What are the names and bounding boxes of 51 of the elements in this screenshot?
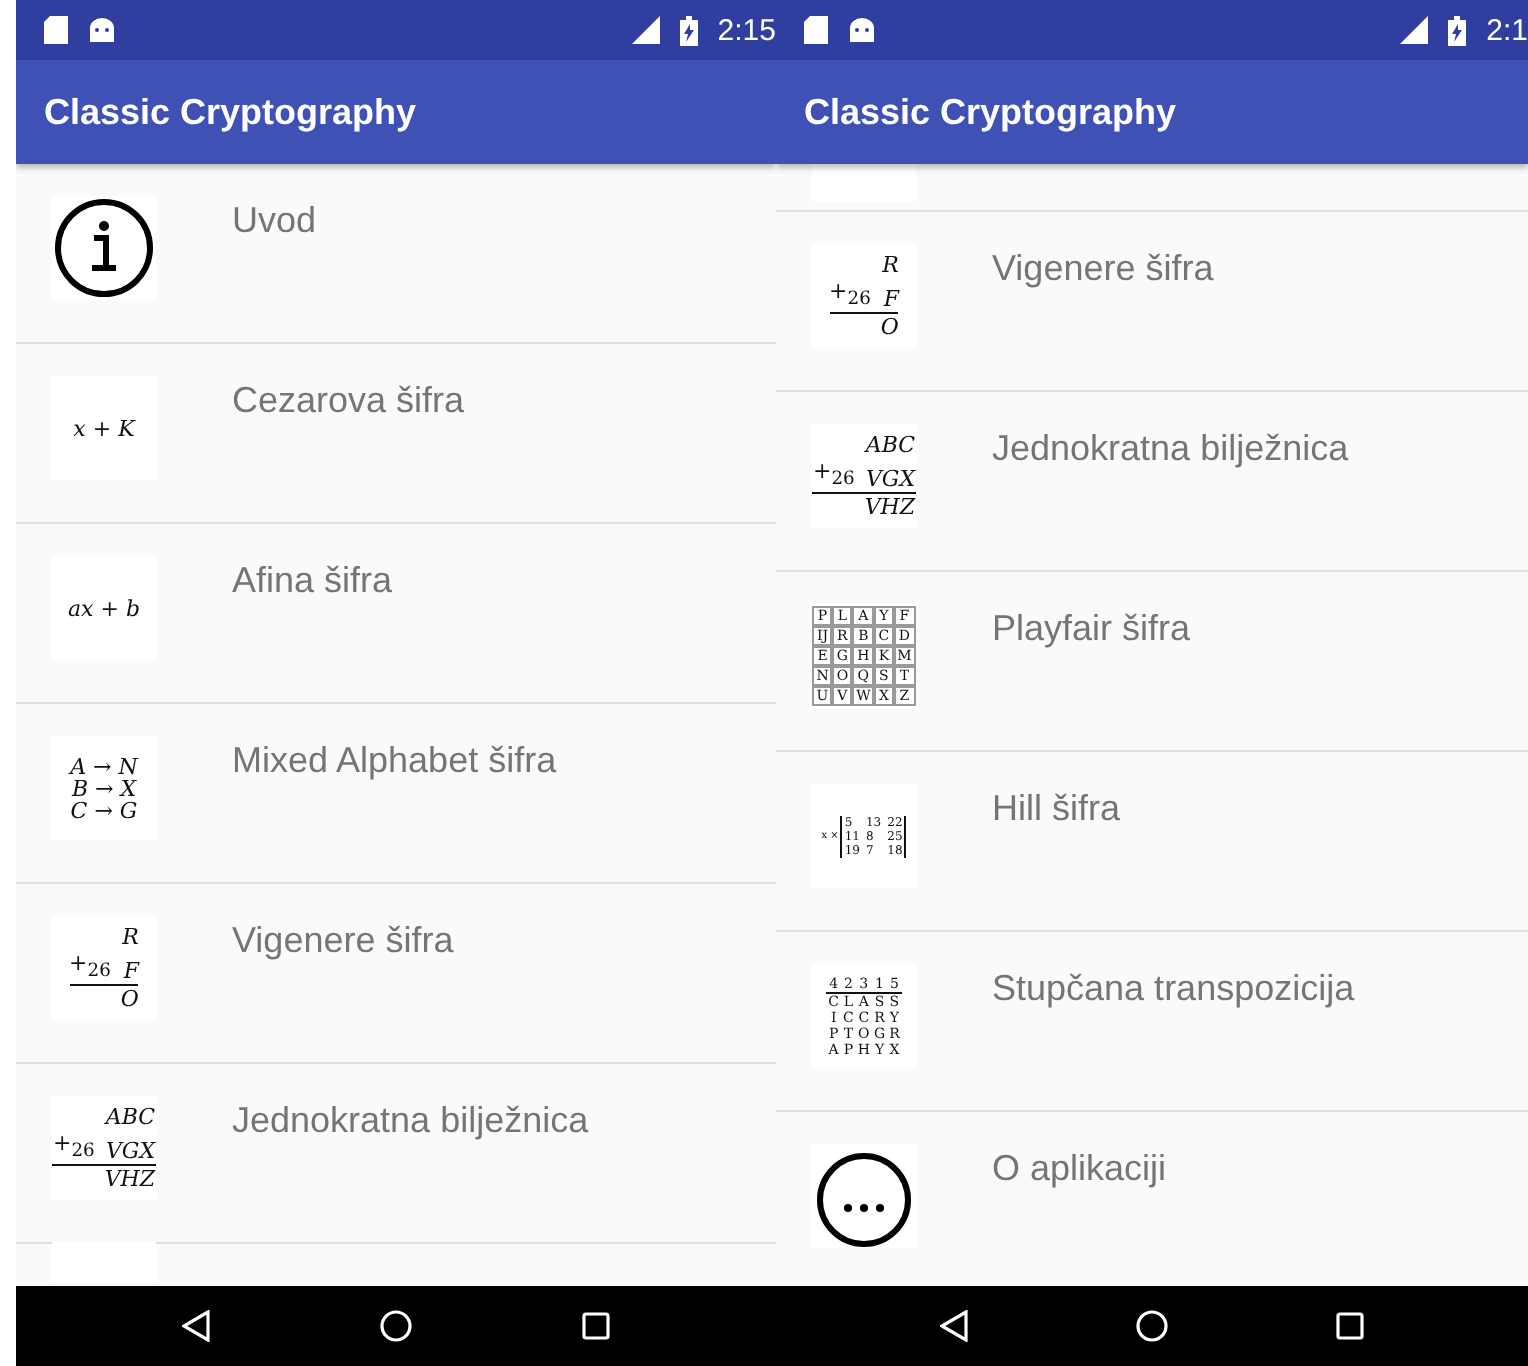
formula-text: VHZ — [864, 494, 916, 521]
formula-text: ABC — [104, 1103, 156, 1130]
app-title: Classic Cryptography — [44, 91, 417, 133]
formula-text: VGX — [864, 466, 916, 495]
home-icon[interactable] — [1136, 1310, 1168, 1342]
status-time: 2:1 — [1486, 13, 1528, 47]
recents-icon[interactable] — [582, 1312, 611, 1340]
formula-text: F — [880, 286, 899, 315]
recents-icon[interactable] — [1336, 1312, 1364, 1340]
list-item-label[interactable]: Stupčana transpozicija — [992, 968, 1355, 1010]
formula-text: ABC — [864, 431, 916, 458]
app-title: Classic Cryptography — [804, 91, 1177, 133]
list-item-label[interactable]: Vigenere šifra — [232, 920, 454, 962]
formula-text: R — [120, 923, 139, 950]
formula-text: x + K — [73, 417, 135, 439]
sd-card-icon — [804, 16, 828, 44]
signal-icon — [1396, 16, 1429, 44]
list-item-label[interactable]: Afina šifra — [232, 560, 393, 602]
home-icon[interactable] — [379, 1310, 412, 1342]
robot-icon — [88, 18, 116, 42]
back-icon[interactable] — [940, 1310, 968, 1342]
list-item-label[interactable]: Uvod — [232, 200, 317, 242]
formula-text: +$_{26}$ — [52, 1129, 105, 1167]
formula-text: +$_{26}$ — [812, 457, 865, 495]
list-item-label[interactable]: Jednokratna bilježnica — [232, 1100, 589, 1142]
status-time: 2:15 — [717, 13, 776, 47]
formula-text: +$_{26}$ — [829, 277, 881, 315]
battery-icon — [1448, 15, 1467, 45]
list-item-label[interactable]: Mixed Alphabet šifra — [232, 740, 557, 782]
formula-text: R — [880, 251, 899, 278]
signal-icon — [627, 16, 660, 44]
list-item-label[interactable]: Hill šifra — [992, 788, 1121, 830]
formula-text: VHZ — [104, 1166, 156, 1193]
list-item-label[interactable]: Jednokratna bilježnica — [992, 428, 1349, 470]
robot-icon — [848, 18, 876, 42]
formula-text: C → G — [70, 799, 138, 821]
formula-text: O — [120, 986, 139, 1013]
formula-text: B → X — [71, 777, 137, 799]
list-item-label[interactable]: Cezarova šifra — [232, 380, 465, 422]
back-icon[interactable] — [181, 1310, 210, 1342]
battery-icon — [679, 15, 698, 45]
list-item-label[interactable]: Vigenere šifra — [992, 248, 1214, 290]
formula-text: VGX — [104, 1138, 156, 1167]
formula-text: F — [120, 958, 139, 987]
list-item-label[interactable]: O aplikaciji — [992, 1148, 1167, 1190]
sd-card-icon — [44, 16, 68, 44]
formula-text: O — [880, 314, 899, 341]
list-item-label[interactable]: Playfair šifra — [992, 608, 1191, 650]
formula-text: ax + b — [67, 597, 140, 619]
formula-text: A → N — [70, 755, 138, 777]
formula-text: +$_{26}$ — [69, 949, 121, 987]
